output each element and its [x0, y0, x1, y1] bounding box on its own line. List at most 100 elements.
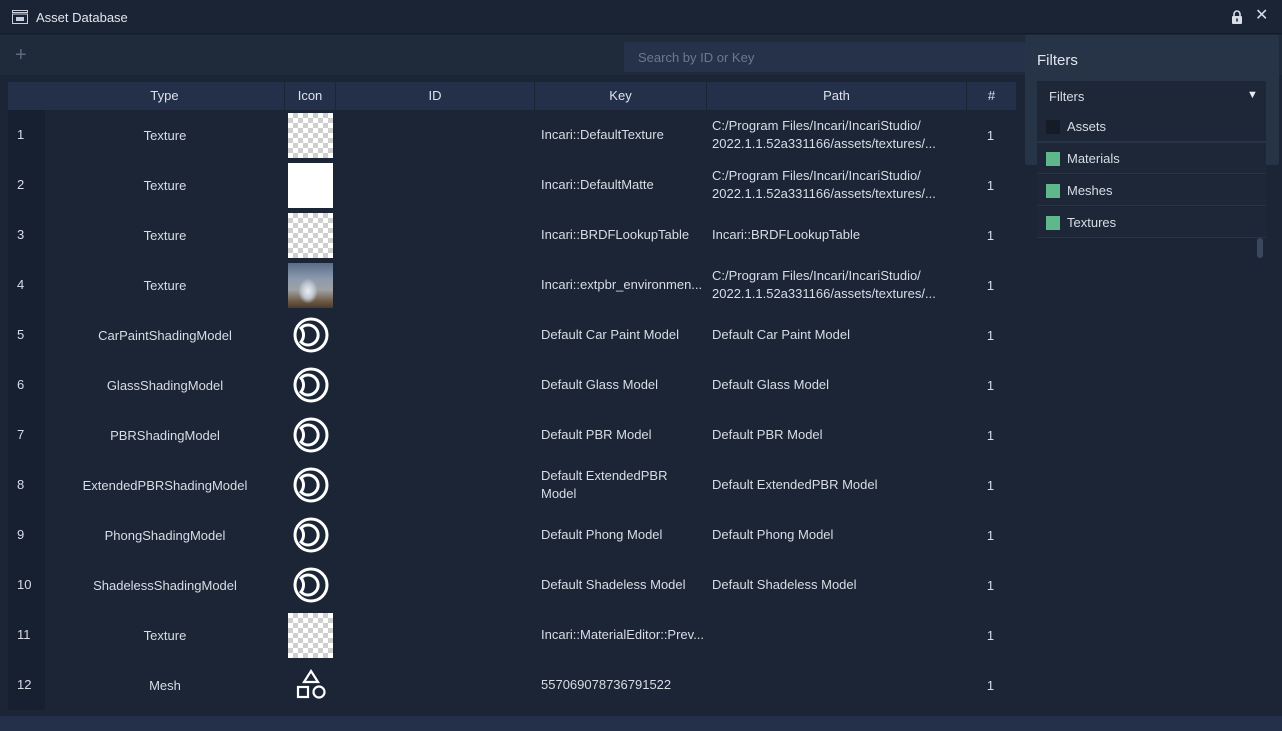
checkbox[interactable] — [1046, 216, 1060, 230]
column-header-id[interactable]: ID — [336, 82, 535, 110]
cell-type: Texture — [143, 277, 187, 293]
table-row[interactable]: 12 Mesh 557069078736791522 1 — [8, 660, 1017, 710]
cell-icon — [288, 610, 333, 660]
checkbox[interactable] — [1046, 184, 1060, 198]
table-row[interactable]: 7 PBRShadingModel Default PBR Model Default… — [8, 410, 1017, 460]
table-row[interactable]: 9 PhongShadingModel Default Phong Model Def… — [8, 510, 1017, 560]
checkbox[interactable] — [1046, 120, 1060, 134]
cell-key: Default Glass Model — [541, 360, 703, 410]
row-number: 8 — [8, 460, 45, 510]
cell-path — [712, 660, 952, 710]
key-text: Default Glass Model — [541, 377, 659, 392]
shading-model-icon — [293, 567, 328, 603]
title-bar: Asset Database ✕ — [0, 0, 1282, 34]
table-row[interactable]: 11 Texture Incari::MaterialEditor::Prev...… — [8, 610, 1017, 660]
cell-path: C:/Program Files/Incari/IncariStudio/202… — [712, 160, 952, 210]
cell-path: C:/Program Files/Incari/IncariStudio/202… — [712, 260, 952, 310]
key-text: Incari::DefaultMatte — [541, 177, 654, 192]
horizontal-scrollbar[interactable] — [0, 716, 1282, 731]
row-number: 2 — [8, 160, 45, 210]
window-title: Asset Database — [36, 10, 128, 25]
cell-icon — [288, 460, 333, 510]
cell-icon — [288, 660, 333, 710]
key-text: Incari::BRDFLookupTable — [541, 227, 690, 242]
table-row[interactable]: 6 GlassShadingModel Default Glass Model Def… — [8, 360, 1017, 410]
shading-model-icon — [293, 517, 328, 553]
table-row[interactable]: 2 Texture Incari::DefaultMatte C:/Program F… — [8, 160, 1017, 210]
filter-option-label: Meshes — [1067, 183, 1113, 198]
cell-count: 1 — [986, 327, 995, 343]
cell-type: Mesh — [149, 677, 181, 693]
filters-dropdown[interactable]: Filters ▼ — [1037, 81, 1266, 111]
row-number: 10 — [8, 560, 45, 610]
cell-key: Default ExtendedPBR Model — [541, 460, 703, 510]
cell-icon — [288, 360, 333, 410]
cell-count: 1 — [986, 477, 995, 493]
dropdown-scrollbar[interactable] — [1257, 238, 1263, 258]
cell-count: 1 — [986, 127, 995, 143]
row-number: 1 — [8, 110, 45, 160]
cell-type: Texture — [143, 227, 187, 243]
cell-icon — [288, 210, 333, 260]
column-header-icon[interactable]: Icon — [285, 82, 336, 110]
texture-thumbnail — [288, 212, 333, 258]
lock-icon[interactable] — [1231, 10, 1243, 24]
column-header-key[interactable]: Key — [535, 82, 707, 110]
filter-option-meshes[interactable]: Meshes — [1037, 175, 1266, 206]
cell-path: Default PBR Model — [712, 410, 952, 460]
add-button[interactable]: + — [15, 45, 27, 65]
path-text: Default PBR Model — [712, 427, 823, 442]
search-input[interactable] — [624, 42, 1044, 72]
cell-type: Texture — [143, 627, 187, 643]
cell-icon — [288, 310, 333, 360]
table-row[interactable]: 5 CarPaintShadingModel Default Car Paint M… — [8, 310, 1017, 360]
path-text-line2: 2022.1.1.52a331166/assets/textures/... — [712, 286, 936, 301]
table-row[interactable]: 1 Texture Incari::DefaultTexture C:/Program… — [8, 110, 1017, 160]
cell-count: 1 — [986, 427, 995, 443]
close-icon[interactable]: ✕ — [1255, 8, 1268, 24]
table-row[interactable]: 10 ShadelessShadingModel Default Shadeless… — [8, 560, 1017, 610]
caret-down-icon: ▼ — [1247, 89, 1258, 101]
environment-thumbnail — [288, 262, 333, 308]
cell-path — [712, 610, 952, 660]
cell-type: GlassShadingModel — [106, 377, 224, 393]
key-text: Default PBR Model — [541, 427, 652, 442]
cell-count: 1 — [986, 177, 995, 193]
filter-option-materials[interactable]: Materials — [1037, 143, 1266, 174]
cell-path: Default Car Paint Model — [712, 310, 952, 360]
path-text: Incari::BRDFLookupTable — [712, 227, 861, 242]
filter-option-textures[interactable]: Textures — [1037, 207, 1266, 238]
column-header-path[interactable]: Path — [707, 82, 967, 110]
shading-model-icon — [293, 467, 328, 503]
texture-thumbnail — [288, 112, 333, 158]
cell-key: Incari::DefaultTexture — [541, 110, 703, 160]
shading-model-icon — [293, 317, 328, 353]
column-header-count[interactable]: # — [967, 82, 1017, 110]
cell-key: Default Phong Model — [541, 510, 703, 560]
key-text: Incari::DefaultTexture — [541, 127, 664, 142]
filter-option-label: Materials — [1067, 151, 1120, 166]
cell-path: Default Glass Model — [712, 360, 952, 410]
cell-key: Default Car Paint Model — [541, 310, 703, 360]
column-header-type[interactable]: Type — [45, 82, 285, 110]
mesh-icon — [296, 668, 326, 699]
cell-type: ExtendedPBRShadingModel — [82, 477, 248, 493]
table-row[interactable]: 8 ExtendedPBRShadingModel Default Extended… — [8, 460, 1017, 510]
table-row[interactable]: 3 Texture Incari::BRDFLookupTable Incari::B… — [8, 210, 1017, 260]
path-text: Default Glass Model — [712, 377, 830, 392]
path-text: Default Shadeless Model — [712, 577, 857, 592]
row-number: 9 — [8, 510, 45, 560]
filter-option-assets[interactable]: Assets — [1037, 111, 1266, 142]
shading-model-icon — [293, 417, 328, 453]
path-text-line2: 2022.1.1.52a331166/assets/textures/... — [712, 136, 936, 151]
cell-icon — [288, 110, 333, 160]
table-row[interactable]: 4 Texture Incari::extpbr_environmen... C:/P… — [8, 260, 1017, 310]
key-text: Default Shadeless Model — [541, 577, 686, 592]
checkbox[interactable] — [1046, 152, 1060, 166]
row-number: 12 — [8, 660, 45, 710]
cell-type: CarPaintShadingModel — [98, 327, 232, 343]
key-text: Default ExtendedPBR — [541, 468, 668, 483]
key-text: 557069078736791522 — [541, 677, 672, 692]
cell-type: PhongShadingModel — [104, 527, 226, 543]
cell-icon — [288, 510, 333, 560]
